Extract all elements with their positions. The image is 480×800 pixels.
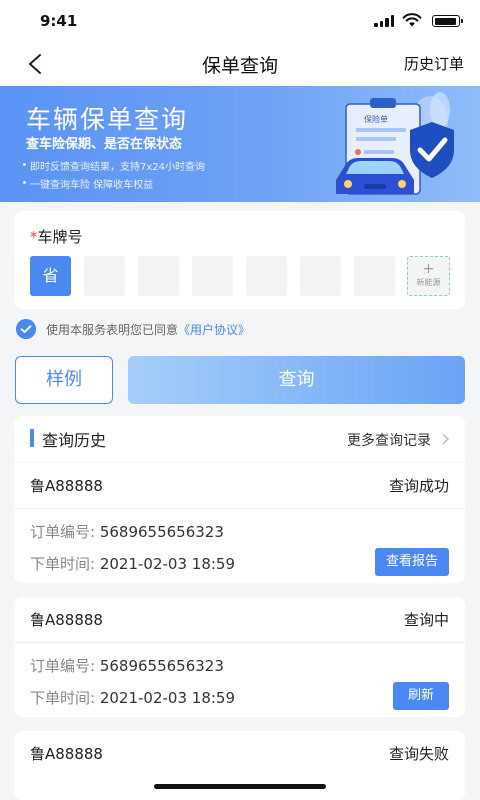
plus-icon: + bbox=[422, 261, 435, 277]
view-report-button[interactable]: 查看报告 bbox=[374, 548, 449, 576]
plate-input-card: *车牌号 省 + 新能源 bbox=[14, 211, 465, 309]
order-no-value: 5689655656323 bbox=[99, 523, 224, 541]
banner-title: 车辆保单查询 bbox=[26, 105, 189, 134]
record-plate: 鲁A88888 bbox=[30, 745, 103, 763]
wifi-icon bbox=[402, 13, 422, 27]
order-no-label: 订单编号: bbox=[30, 657, 100, 675]
record-status: 查询中 bbox=[403, 611, 449, 629]
history-title: 查询历史 bbox=[42, 431, 107, 450]
agreement-prefix: 使用本服务表明您已同意 bbox=[46, 323, 179, 337]
divider bbox=[14, 508, 465, 509]
doc-label: 保险单 bbox=[364, 114, 388, 124]
history-orders-link[interactable]: 历史订单 bbox=[404, 53, 464, 74]
home-indicator[interactable] bbox=[154, 784, 326, 789]
plate-char-box[interactable] bbox=[354, 256, 395, 296]
query-button[interactable]: 查询 bbox=[128, 356, 465, 404]
agreement-checkbox-icon[interactable] bbox=[16, 319, 36, 339]
signal-icon bbox=[374, 15, 394, 27]
record-order-no: 订单编号: 5689655656323 bbox=[30, 521, 224, 542]
plate-char-box[interactable] bbox=[300, 256, 341, 296]
divider bbox=[14, 642, 465, 643]
order-time-value: 2021-02-03 18:59 bbox=[99, 555, 235, 573]
plate-nev-box[interactable]: + 新能源 bbox=[407, 256, 450, 296]
record-status: 查询失败 bbox=[388, 745, 449, 763]
order-time-label: 下单时间: bbox=[30, 689, 100, 707]
history-record[interactable]: 鲁A88888 查询中 订单编号: 5689655656323 下单时间: 20… bbox=[14, 597, 465, 717]
banner-bullet: 一键查询车险 保障收车权益 bbox=[22, 176, 153, 191]
plate-char-box[interactable] bbox=[138, 256, 179, 296]
banner-subtitle: 查车险保期、是否在保状态 bbox=[26, 137, 183, 152]
plate-char-box[interactable] bbox=[192, 256, 233, 296]
refresh-button[interactable]: 刷新 bbox=[392, 682, 449, 710]
sample-button[interactable]: 样例 bbox=[15, 356, 113, 404]
plate-label: *车牌号 bbox=[30, 226, 83, 247]
status-time: 9:41 bbox=[40, 12, 78, 30]
nav-bar: 保单查询 历史订单 bbox=[0, 44, 480, 86]
chevron-right-icon[interactable] bbox=[441, 433, 451, 445]
history-record[interactable]: 鲁A88888 查询成功 订单编号: 5689655656323 下单时间: 2… bbox=[14, 463, 465, 583]
nev-label: 新能源 bbox=[416, 278, 441, 287]
order-time-label: 下单时间: bbox=[30, 555, 100, 573]
battery-icon bbox=[432, 15, 463, 27]
more-records-link[interactable]: 更多查询记录 bbox=[347, 430, 431, 450]
banner-bullet: 即时反馈查询结果，支持7x24小时查询 bbox=[22, 158, 205, 173]
record-plate: 鲁A88888 bbox=[30, 477, 103, 495]
plate-char-box[interactable] bbox=[84, 256, 125, 296]
record-plate: 鲁A88888 bbox=[30, 611, 103, 629]
record-status: 查询成功 bbox=[388, 477, 449, 495]
status-bar: 9:41 bbox=[0, 0, 480, 44]
record-order-time: 下单时间: 2021-02-03 18:59 bbox=[30, 553, 235, 574]
order-no-label: 订单编号: bbox=[30, 523, 100, 541]
plate-province-box[interactable]: 省 bbox=[30, 256, 71, 296]
order-time-value: 2021-02-03 18:59 bbox=[99, 689, 235, 707]
user-agreement-link[interactable]: 《用户协议》 bbox=[178, 323, 250, 337]
section-accent-bar bbox=[30, 429, 34, 447]
promo-banner: 车辆保单查询 查车险保期、是否在保状态 即时反馈查询结果，支持7x24小时查询 … bbox=[0, 86, 480, 202]
insurance-illustration: 保险单 bbox=[336, 92, 454, 195]
record-order-no: 订单编号: 5689655656323 bbox=[30, 655, 224, 676]
record-order-time: 下单时间: 2021-02-03 18:59 bbox=[30, 687, 235, 708]
plate-label-text: 车牌号 bbox=[37, 228, 83, 246]
required-mark: * bbox=[30, 228, 38, 246]
history-header: 查询历史 更多查询记录 bbox=[14, 416, 465, 462]
order-no-value: 5689655656323 bbox=[99, 657, 224, 675]
agreement-text: 使用本服务表明您已同意《用户协议》 bbox=[46, 321, 250, 338]
plate-char-box[interactable] bbox=[246, 256, 287, 296]
history-record[interactable]: 鲁A88888 查询失败 bbox=[14, 731, 465, 800]
